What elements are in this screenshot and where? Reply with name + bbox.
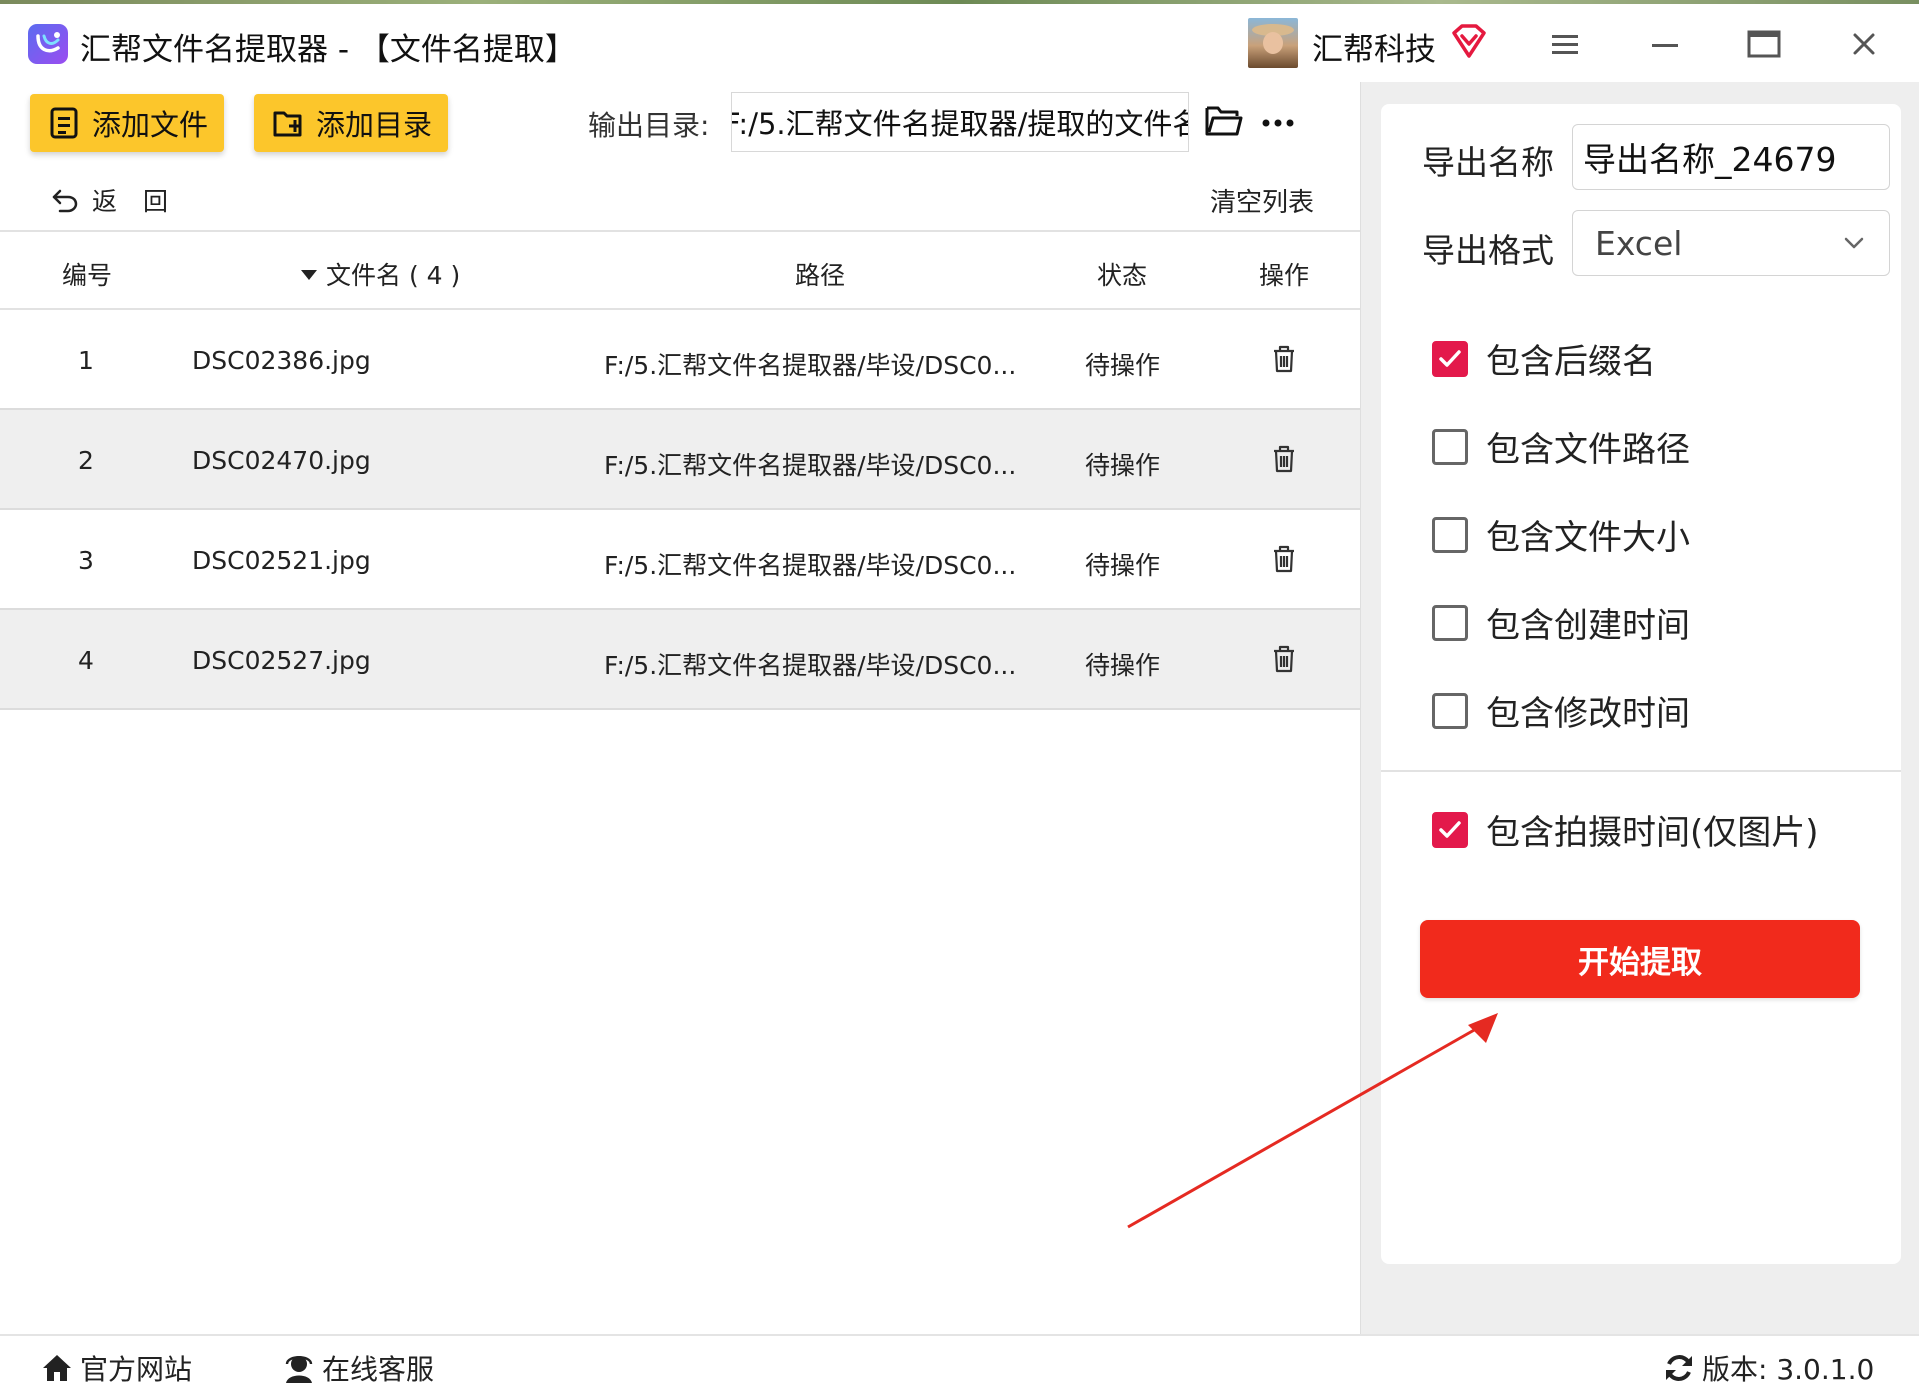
trash-icon[interactable] [1270,344,1298,380]
output-dir-label: 输出目录: [588,109,710,142]
checkbox[interactable] [1432,604,1468,641]
header-status: 状态 [1097,261,1148,290]
checkbox[interactable] [1432,692,1468,729]
checkbox-checked[interactable] [1432,340,1468,377]
company-name: 汇帮科技 [1312,32,1436,68]
row-status: 待操作 [1085,551,1161,580]
header-filename-label: 文件名 ( 4 ) [326,261,461,290]
table-row[interactable]: 1 DSC02386.jpg F:/5.汇帮文件名提取器/毕设/DSC0... … [0,310,1360,410]
trash-icon[interactable] [1270,544,1298,580]
option-label: 包含拍摄时间(仅图片) [1486,813,1819,853]
table-row[interactable]: 2 DSC02470.jpg F:/5.汇帮文件名提取器/毕设/DSC0... … [0,410,1360,510]
row-path: F:/5.汇帮文件名提取器/毕设/DSC0... [604,651,1017,680]
start-extract-button[interactable]: 开始提取 [1420,920,1860,998]
row-filename: DSC02386.jpg [192,346,371,375]
checkbox[interactable] [1432,516,1468,553]
row-index: 4 [78,646,94,675]
close-button[interactable] [1840,20,1888,68]
header-filename[interactable]: 文件名 ( 4 ) [298,256,460,292]
row-status: 待操作 [1085,451,1161,480]
row-status: 待操作 [1085,351,1161,380]
clear-list-button[interactable]: 清空列表 [1210,182,1314,219]
menu-button[interactable] [1540,20,1588,68]
footer: 官方网站 在线客服 版本: 3.0.1.0 [0,1334,1919,1399]
table-row[interactable]: 4 DSC02527.jpg F:/5.汇帮文件名提取器/毕设/DSC0... … [0,610,1360,710]
chevron-down-icon [1844,237,1864,249]
option-label: 包含创建时间 [1486,606,1690,646]
add-file-button[interactable]: 添加文件 [30,94,224,152]
option-include-size[interactable]: 包含文件大小 [1432,510,1690,559]
row-path: F:/5.汇帮文件名提取器/毕设/DSC0... [604,551,1017,580]
export-name-label: 导出名称 [1422,143,1554,182]
add-folder-icon [272,106,306,140]
checkbox[interactable] [1432,428,1468,465]
row-index: 1 [78,346,94,375]
divider [1381,770,1901,772]
option-include-photo-time[interactable]: 包含拍摄时间(仅图片) [1432,805,1819,854]
option-include-extension[interactable]: 包含后缀名 [1432,334,1656,383]
trash-icon[interactable] [1270,444,1298,480]
header-path: 路径 [795,261,846,290]
version-info: 版本: 3.0.1.0 [1662,1348,1874,1388]
row-index: 3 [78,546,94,575]
add-file-label: 添加文件 [92,108,209,142]
maximize-button[interactable] [1740,20,1788,68]
export-format-label: 导出格式 [1422,231,1554,270]
add-folder-label: 添加目录 [316,108,433,142]
trash-icon[interactable] [1270,644,1298,680]
back-label: 返回 [92,187,195,216]
support-link[interactable]: 在线客服 [282,1348,434,1388]
row-path: F:/5.汇帮文件名提取器/毕设/DSC0... [604,451,1017,480]
back-button[interactable]: 返回 [50,182,194,218]
option-include-path[interactable]: 包含文件路径 [1432,422,1690,471]
export-format-value: Excel [1595,223,1683,263]
row-filename: DSC02521.jpg [192,546,371,575]
app-logo-icon [28,24,68,64]
header-action: 操作 [1259,261,1310,290]
option-label: 包含后缀名 [1486,342,1656,382]
sort-down-icon [301,270,317,280]
row-status: 待操作 [1085,651,1161,680]
title-bar: 汇帮文件名提取器 - 【文件名提取】 汇帮科技 [0,4,1919,82]
maximize-icon [1747,30,1781,58]
close-icon [1853,33,1875,55]
minimize-button[interactable] [1640,20,1688,68]
option-label: 包含文件大小 [1486,518,1690,558]
avatar[interactable] [1248,18,1298,68]
add-folder-button[interactable]: 添加目录 [254,94,448,152]
option-label: 包含修改时间 [1486,694,1690,734]
minimize-icon [1652,44,1678,47]
table-header: 编号 文件名 ( 4 ) 路径 状态 操作 [0,230,1360,310]
checkbox-checked[interactable] [1432,811,1468,848]
export-name-input[interactable]: 导出名称_24679 [1572,124,1890,190]
option-include-modified[interactable]: 包含修改时间 [1432,686,1690,735]
header-index: 编号 [62,261,113,290]
export-format-select[interactable]: Excel [1572,210,1890,276]
row-filename: DSC02470.jpg [192,446,371,475]
table-row[interactable]: 3 DSC02521.jpg F:/5.汇帮文件名提取器/毕设/DSC0... … [0,510,1360,610]
add-file-icon [48,106,82,140]
output-dir-input[interactable]: F:/5.汇帮文件名提取器/提取的文件名 [731,92,1189,152]
annotation-arrow [1120,1005,1520,1239]
row-path: F:/5.汇帮文件名提取器/毕设/DSC0... [604,351,1017,380]
row-index: 2 [78,446,94,475]
support-label: 在线客服 [322,1353,435,1386]
vip-diamond-icon[interactable] [1450,22,1488,64]
output-dir-value: F:/5.汇帮文件名提取器/提取的文件名 [731,107,1189,141]
website-link[interactable]: 官方网站 [40,1348,192,1388]
home-icon [40,1351,74,1385]
version-label: 版本: 3.0.1.0 [1702,1353,1875,1386]
refresh-icon[interactable] [1662,1351,1696,1385]
back-arrow-icon [52,189,78,213]
menu-icon [1552,35,1578,54]
website-label: 官方网站 [80,1353,193,1386]
option-include-created[interactable]: 包含创建时间 [1432,598,1690,647]
more-icon[interactable] [1260,108,1296,142]
support-icon [282,1351,316,1385]
option-label: 包含文件路径 [1486,430,1690,470]
row-filename: DSC02527.jpg [192,646,371,675]
folder-icon[interactable] [1204,104,1244,142]
app-title: 汇帮文件名提取器 - 【文件名提取】 [80,32,576,68]
